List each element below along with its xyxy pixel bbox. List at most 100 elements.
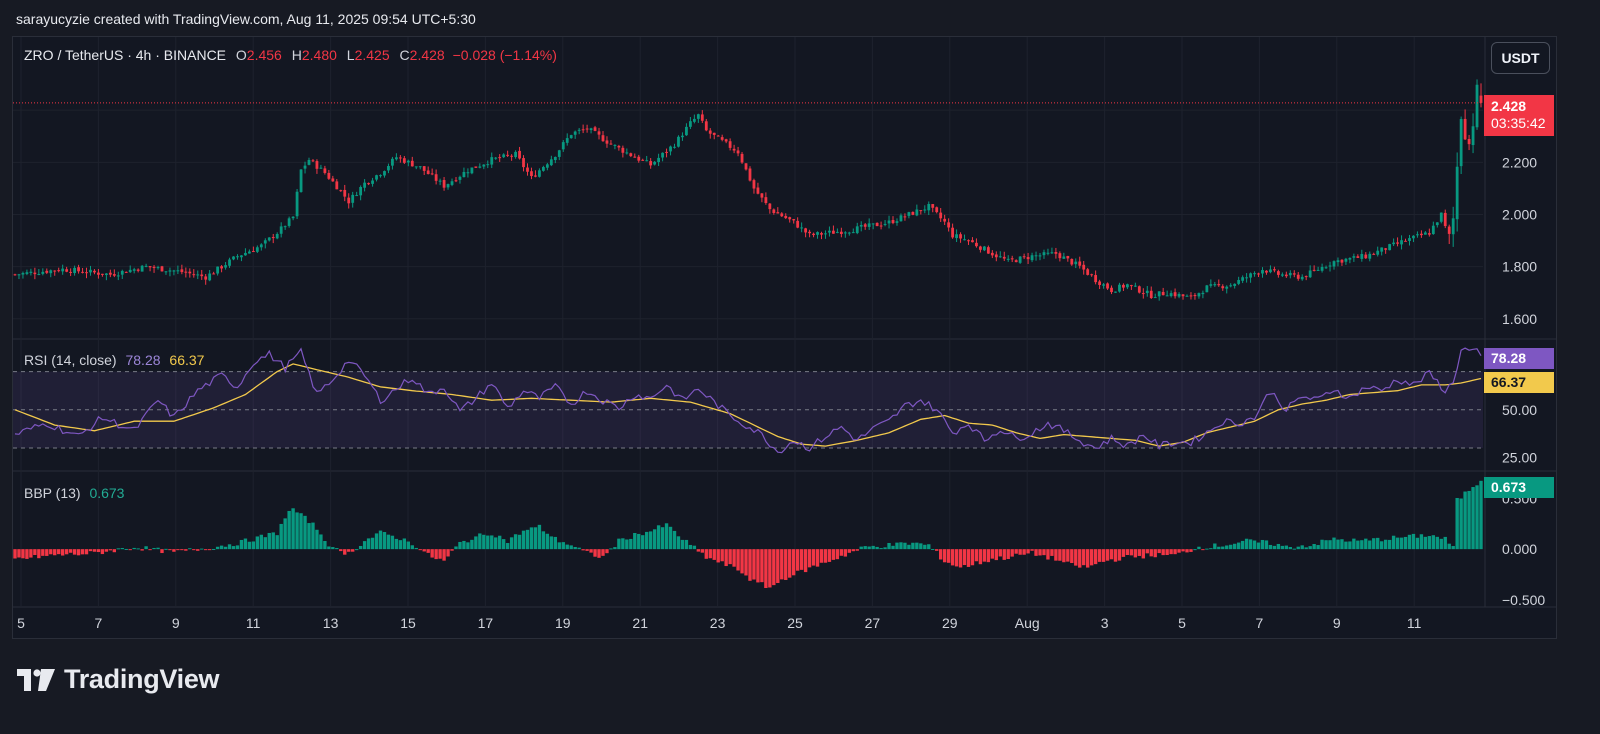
bbp-bar-positive: [541, 531, 546, 550]
bbp-bar-positive: [1352, 538, 1356, 550]
candle-up: [1102, 284, 1105, 286]
bbp-bar-positive: [319, 534, 323, 550]
bbp-bar-positive: [271, 532, 275, 550]
bbp-bar-negative: [807, 549, 812, 568]
bbp-bar-positive: [136, 548, 140, 550]
bbp-bar-negative: [1145, 549, 1149, 554]
tradingview-brand[interactable]: TradingView: [17, 664, 220, 695]
bbp-bar-positive: [1451, 546, 1455, 550]
candle-down: [597, 131, 601, 135]
bbp-bar-negative: [1026, 549, 1030, 554]
quote-currency-button[interactable]: USDT: [1491, 42, 1550, 74]
candle-up: [1288, 272, 1292, 276]
candle-down: [454, 180, 458, 182]
bbp-bar-positive: [1300, 545, 1304, 550]
candle-up: [1253, 273, 1256, 275]
candle-up: [1225, 286, 1229, 289]
bbp-bar-positive: [279, 523, 283, 550]
candle-down: [1086, 269, 1090, 275]
candle-down: [1284, 274, 1288, 277]
candle-up: [1459, 119, 1463, 167]
candle-up: [486, 164, 490, 166]
candle-up: [156, 267, 160, 269]
bbp-bar-negative: [795, 549, 800, 571]
candle-up: [450, 181, 454, 185]
candle-down: [879, 225, 883, 227]
candle-down: [13, 274, 17, 276]
candle-up: [1245, 277, 1248, 279]
bbp-bar-positive: [668, 526, 673, 550]
bbp-bar-positive: [517, 534, 522, 550]
candle-down: [77, 267, 80, 272]
bbp-bar-positive: [1364, 538, 1368, 550]
candle-up: [1153, 297, 1157, 299]
bbp-bar-positive: [1411, 533, 1416, 550]
bbp-bar-negative: [1113, 549, 1118, 562]
bbp-bar-positive: [1415, 537, 1420, 550]
bbp-bar-positive: [1344, 541, 1348, 550]
bbp-bar-negative: [736, 549, 740, 571]
candle-down: [1098, 281, 1102, 285]
candle-down: [430, 173, 434, 175]
bbp-bar-negative: [1046, 549, 1050, 560]
bbp-bar-positive: [287, 510, 291, 550]
candle-up: [1205, 285, 1209, 293]
candle-up: [538, 170, 541, 177]
candle-down: [1396, 242, 1399, 244]
candle-down: [776, 212, 780, 214]
bbp-bar-positive: [382, 532, 387, 550]
chart-frame[interactable]: 57911131517192123252729Aug3579112.4002.2…: [12, 36, 1557, 639]
bbp-bar-negative: [990, 549, 995, 559]
bbp-bar-positive: [1399, 537, 1404, 550]
bbp-bar-positive: [406, 541, 411, 550]
candle-up: [847, 232, 851, 234]
bbp-bar-negative: [732, 549, 736, 567]
bbp-bar-positive: [247, 541, 252, 550]
candle-up: [224, 265, 227, 268]
candle-down: [323, 168, 327, 173]
bbp-bar-negative: [196, 549, 200, 551]
bbp-title[interactable]: BBP (13): [24, 485, 81, 501]
candle-down: [728, 141, 732, 148]
bbp-bar-positive: [331, 547, 335, 550]
candle-down: [1189, 295, 1193, 297]
bbp-bar-negative: [593, 549, 597, 557]
bbp-bar-positive: [1379, 541, 1384, 550]
bbp-bar-positive: [494, 537, 498, 550]
bbp-bar-positive: [863, 546, 867, 550]
rsi-title[interactable]: RSI (14, close): [24, 352, 117, 368]
candle-down: [1014, 260, 1018, 263]
candle-down: [621, 147, 625, 153]
chart-svg[interactable]: 57911131517192123252729Aug3579112.4002.2…: [13, 37, 1556, 638]
bbp-bar-negative: [768, 549, 772, 588]
bbp-bar-positive: [124, 548, 128, 550]
bbp-bar-positive: [327, 546, 331, 550]
candle-down: [919, 210, 923, 212]
bbp-bar-negative: [37, 549, 41, 559]
bbp-bar-positive: [1332, 537, 1336, 550]
candle-down: [1181, 294, 1185, 297]
candle-down: [780, 213, 784, 217]
candle-down: [160, 266, 164, 272]
candle-up: [291, 216, 295, 219]
candle-down: [474, 166, 478, 168]
candle-up: [1280, 274, 1284, 276]
candle-up: [279, 226, 283, 234]
bbp-bar-negative: [64, 549, 69, 555]
bbp-bar-positive: [1471, 487, 1475, 550]
candles-group: [13, 79, 1483, 301]
bbp-bar-negative: [851, 549, 855, 552]
candle-down: [1173, 292, 1177, 297]
bbp-bar-positive: [215, 546, 220, 550]
bbp-bar-positive: [1252, 540, 1257, 550]
candle-up: [545, 164, 549, 168]
candle-down: [339, 190, 343, 192]
candle-down: [311, 160, 315, 162]
candle-up: [998, 256, 1002, 258]
candle-down: [605, 140, 609, 144]
bbp-bar-negative: [752, 549, 756, 580]
candle-down: [609, 143, 613, 145]
candle-down: [768, 203, 772, 210]
candle-up: [1042, 252, 1046, 256]
symbol-label[interactable]: ZRO / TetherUS · 4h · BINANCE: [24, 47, 226, 63]
